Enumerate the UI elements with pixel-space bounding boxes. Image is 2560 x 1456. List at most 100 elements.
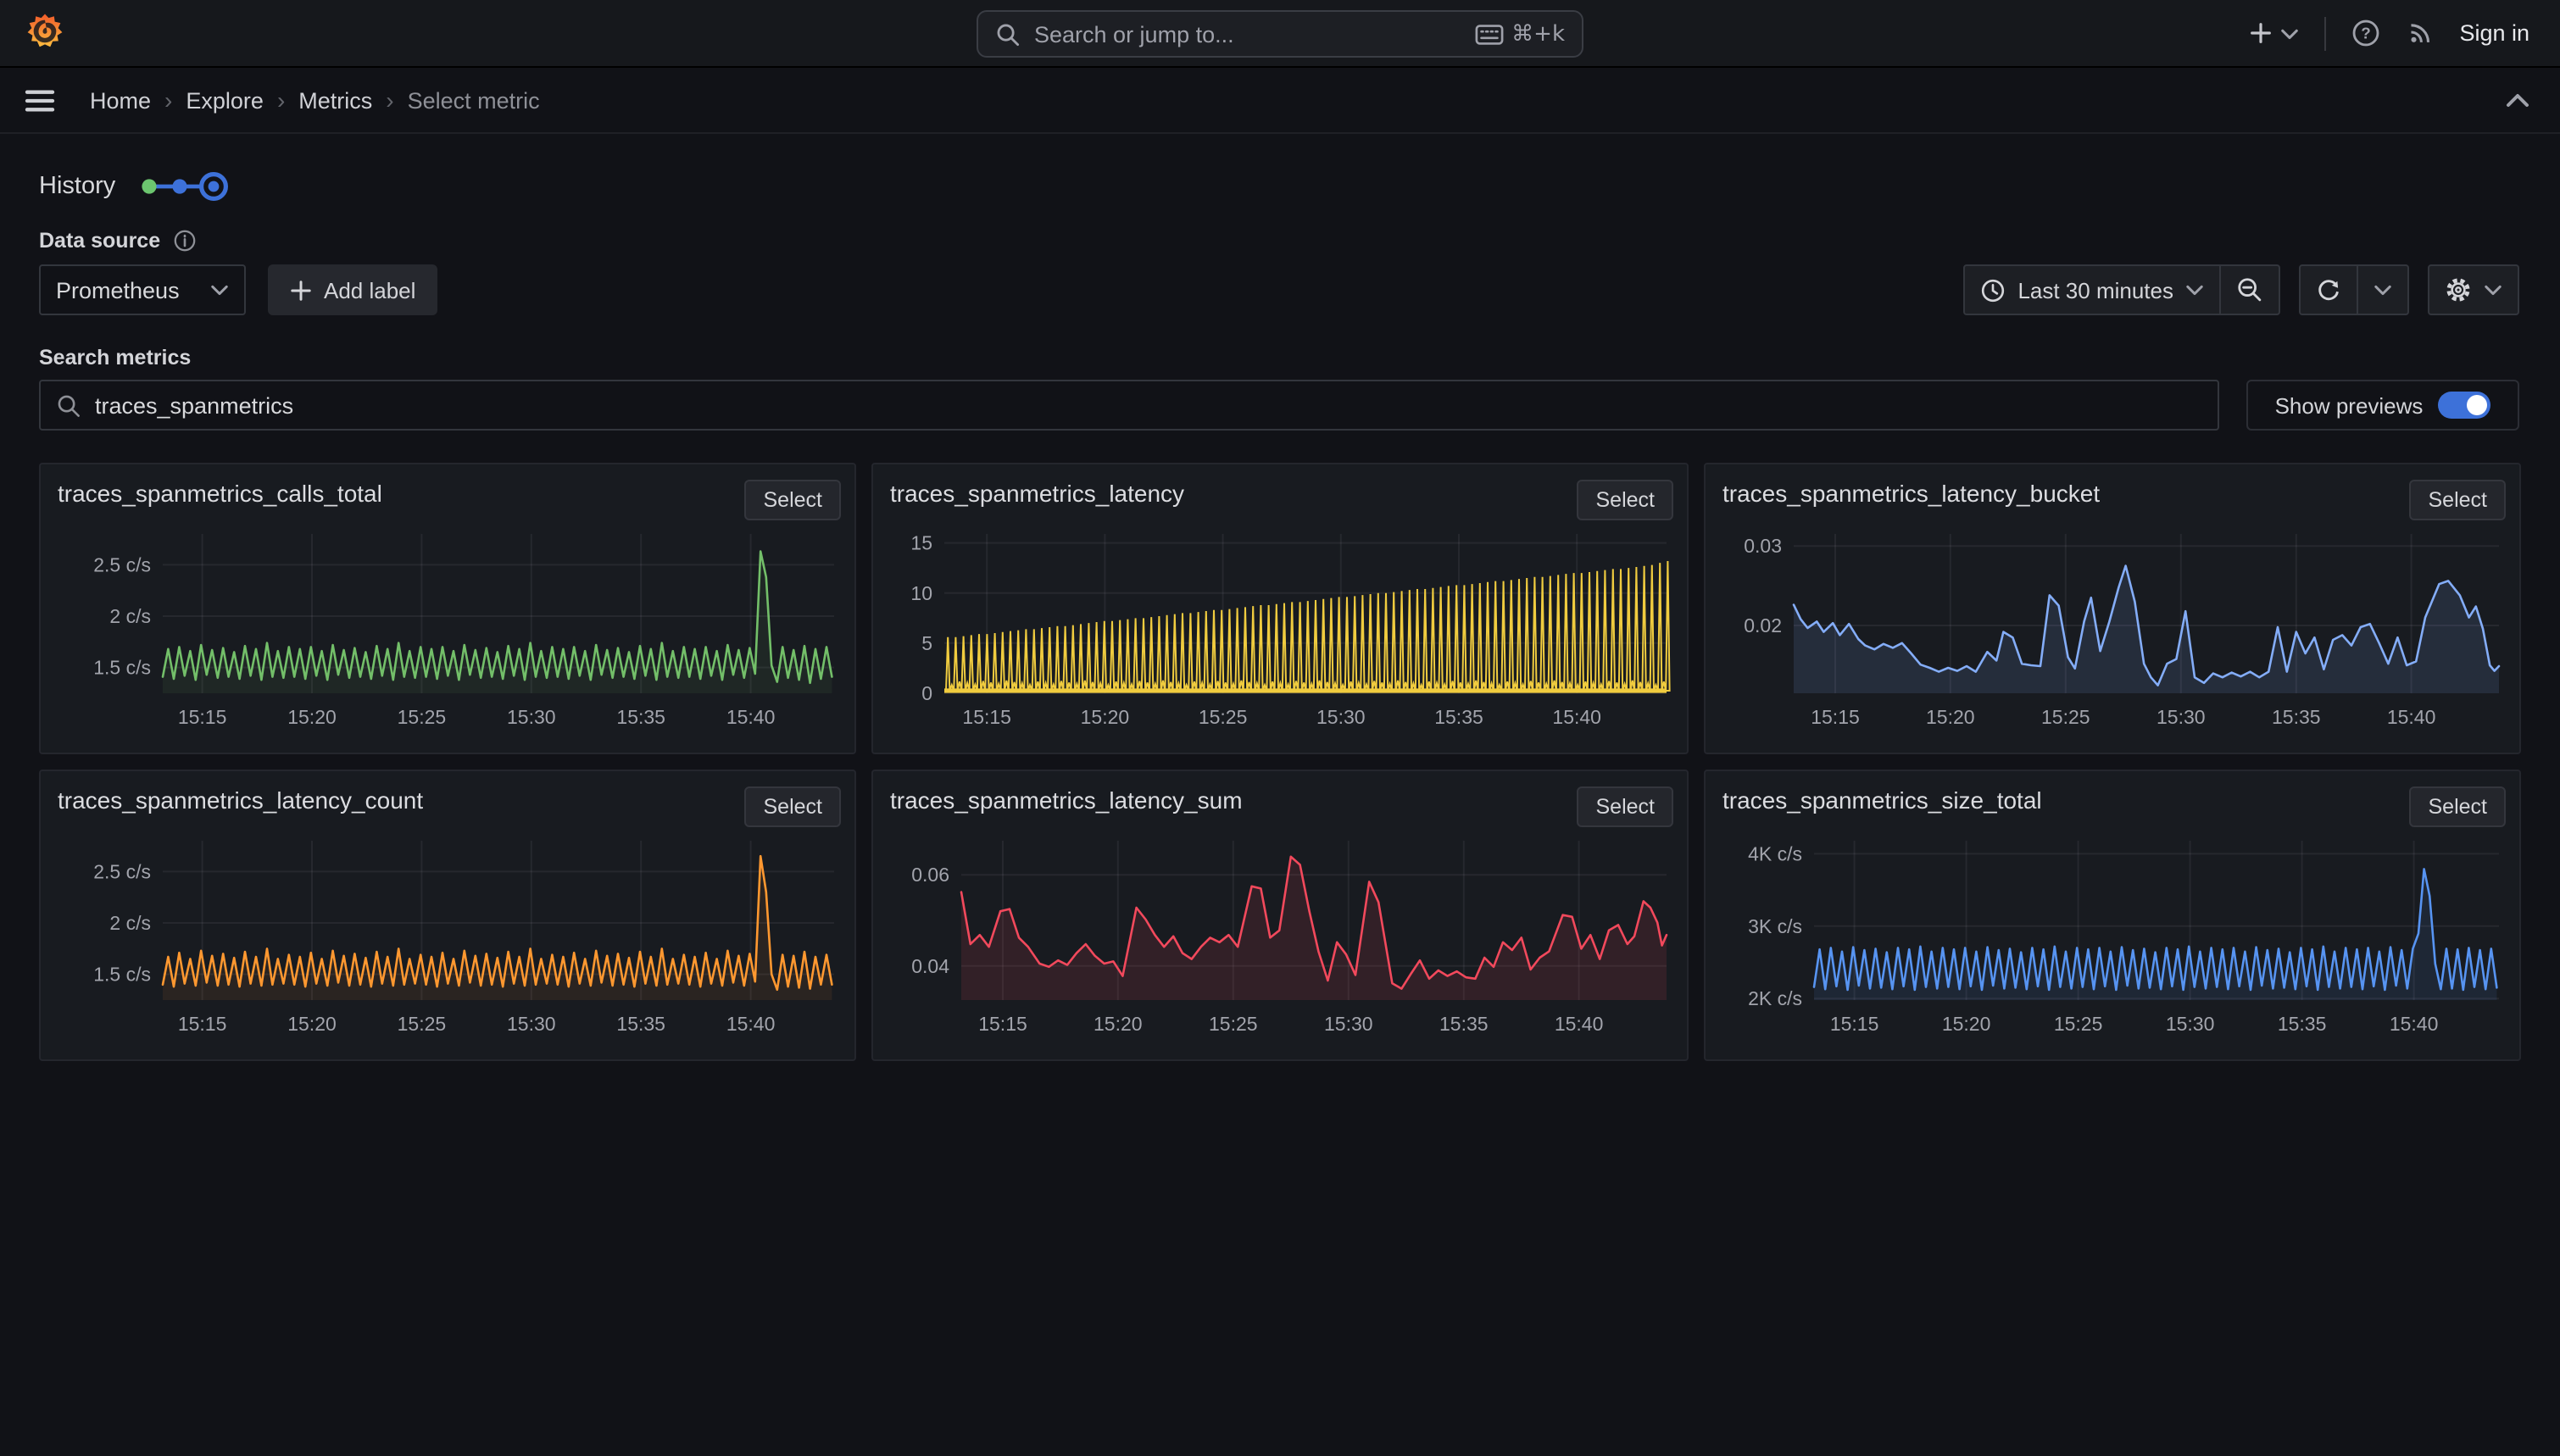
topbar-divider [2323, 16, 2325, 50]
settings-group [2428, 264, 2519, 315]
grafana-logo-icon[interactable] [24, 12, 66, 54]
svg-text:2 c/s: 2 c/s [109, 912, 151, 934]
svg-text:15:20: 15:20 [1081, 706, 1130, 728]
select-metric-button[interactable]: Select [2410, 786, 2507, 827]
keyboard-icon [1474, 23, 1503, 45]
add-label-text: Add label [324, 277, 415, 303]
global-search-box[interactable]: ⌘+k [977, 10, 1583, 58]
svg-text:15:40: 15:40 [2387, 706, 2436, 728]
svg-text:15:40: 15:40 [1552, 706, 1601, 728]
breadcrumb-bar: Home › Explore › Metrics › Select metric [0, 68, 2560, 134]
history-step-current-dot [209, 181, 220, 192]
breadcrumb-item-explore[interactable]: Explore [186, 87, 264, 113]
metric-preview-chart: 15:1515:2015:2515:3015:3515:40051015 [887, 524, 1673, 737]
show-previews-label: Show previews [2275, 392, 2424, 418]
svg-text:2 c/s: 2 c/s [109, 605, 151, 627]
global-search-input[interactable] [1034, 21, 1461, 47]
breadcrumb-item-metrics[interactable]: Metrics [298, 87, 372, 113]
chevron-down-icon [2374, 283, 2392, 297]
menu-icon [24, 87, 56, 113]
breadcrumb-separator-icon: › [277, 86, 285, 114]
svg-text:15:25: 15:25 [398, 706, 447, 728]
new-menu-button[interactable] [2247, 20, 2298, 46]
time-picker-group: Last 30 minutes [1963, 264, 2280, 315]
zoom-out-button[interactable] [2219, 266, 2279, 314]
search-icon [56, 392, 81, 418]
svg-text:0: 0 [921, 682, 932, 704]
metric-card-title: traces_spanmetrics_latency [890, 480, 1184, 507]
svg-text:15: 15 [910, 532, 932, 554]
svg-text:?: ? [2361, 25, 2371, 42]
metric-card: traces_spanmetrics_latency_bucket Select… [1704, 463, 2521, 754]
settings-button[interactable] [2429, 266, 2518, 314]
select-metric-button[interactable]: Select [1578, 480, 1674, 520]
select-metric-button[interactable]: Select [745, 786, 842, 827]
refresh-icon [2316, 277, 2341, 303]
svg-text:5: 5 [921, 632, 932, 654]
breadcrumb-current: Select metric [408, 87, 540, 113]
help-button[interactable]: ? [2351, 19, 2379, 47]
svg-text:4K c/s: 4K c/s [1748, 842, 1802, 864]
chevron-down-icon [2279, 26, 2298, 40]
rss-icon [2405, 19, 2434, 47]
datasource-value: Prometheus [56, 277, 180, 303]
history-step-green [142, 179, 157, 193]
shortcut-hint: ⌘+k [1474, 21, 1565, 47]
svg-text:15:25: 15:25 [2041, 706, 2090, 728]
select-metric-button[interactable]: Select [745, 480, 842, 520]
svg-text:15:20: 15:20 [287, 1013, 337, 1035]
toggle-knob [2467, 395, 2487, 415]
controls-row: Prometheus Add label Last 30 minutes [39, 264, 2519, 315]
datasource-label-row: Data source [39, 229, 196, 253]
sign-in-link[interactable]: Sign in [2459, 20, 2529, 46]
svg-text:15:30: 15:30 [507, 706, 556, 728]
svg-text:15:30: 15:30 [1316, 706, 1366, 728]
metric-preview-chart: 15:1515:2015:2515:3015:3515:401.5 c/s2 c… [54, 524, 841, 737]
top-nav-bar: ⌘+k ? Sign in [0, 0, 2560, 68]
refresh-button[interactable] [2301, 266, 2357, 314]
select-metric-button[interactable]: Select [1578, 786, 1674, 827]
news-button[interactable] [2405, 19, 2434, 47]
metrics-search-input[interactable] [95, 392, 2202, 418]
svg-text:15:40: 15:40 [726, 706, 776, 728]
chevron-down-icon [210, 283, 229, 297]
metric-card-title: traces_spanmetrics_calls_total [58, 480, 382, 507]
gear-icon [2445, 276, 2472, 303]
svg-text:15:35: 15:35 [2278, 1013, 2327, 1035]
show-previews-field: Show previews [2246, 380, 2519, 431]
breadcrumb: Home › Explore › Metrics › Select metric [90, 86, 540, 114]
svg-text:15:15: 15:15 [178, 1013, 227, 1035]
mega-menu-button[interactable] [24, 87, 56, 113]
time-range-button[interactable]: Last 30 minutes [1965, 266, 2219, 314]
svg-text:15:25: 15:25 [2054, 1013, 2103, 1035]
breadcrumb-item-home[interactable]: Home [90, 87, 151, 113]
svg-text:0.04: 0.04 [911, 955, 949, 977]
svg-text:15:30: 15:30 [1324, 1013, 1373, 1035]
info-icon [172, 229, 196, 253]
add-label-button[interactable]: Add label [268, 264, 437, 315]
svg-text:0.06: 0.06 [911, 864, 949, 886]
refresh-interval-dropdown[interactable] [2357, 266, 2407, 314]
collapse-controls-button[interactable] [2506, 92, 2529, 108]
metric-preview-chart: 15:1515:2015:2515:3015:3515:402K c/s3K c… [1719, 831, 2506, 1044]
svg-text:15:40: 15:40 [2390, 1013, 2439, 1035]
svg-text:0.03: 0.03 [1744, 535, 1782, 557]
time-range-label: Last 30 minutes [2017, 277, 2173, 303]
datasource-select[interactable]: Prometheus [39, 264, 246, 315]
help-icon: ? [2351, 19, 2379, 47]
svg-text:15:15: 15:15 [1811, 706, 1860, 728]
show-previews-toggle[interactable] [2438, 392, 2490, 419]
metrics-search-row: Show previews [39, 380, 2519, 431]
metric-card-title: traces_spanmetrics_size_total [1722, 786, 2042, 814]
metric-card-title: traces_spanmetrics_latency_sum [890, 786, 1243, 814]
svg-text:15:15: 15:15 [978, 1013, 1027, 1035]
chevron-down-icon [2185, 283, 2204, 297]
svg-text:1.5 c/s: 1.5 c/s [93, 657, 151, 679]
shortcut-text: ⌘+k [1511, 21, 1565, 47]
metrics-search-box[interactable] [39, 380, 2219, 431]
select-metric-button[interactable]: Select [2410, 480, 2507, 520]
metric-card: traces_spanmetrics_calls_total Select 15… [39, 463, 856, 754]
svg-text:15:30: 15:30 [2166, 1013, 2215, 1035]
svg-text:15:25: 15:25 [1199, 706, 1248, 728]
history-timeline[interactable] [139, 169, 231, 203]
